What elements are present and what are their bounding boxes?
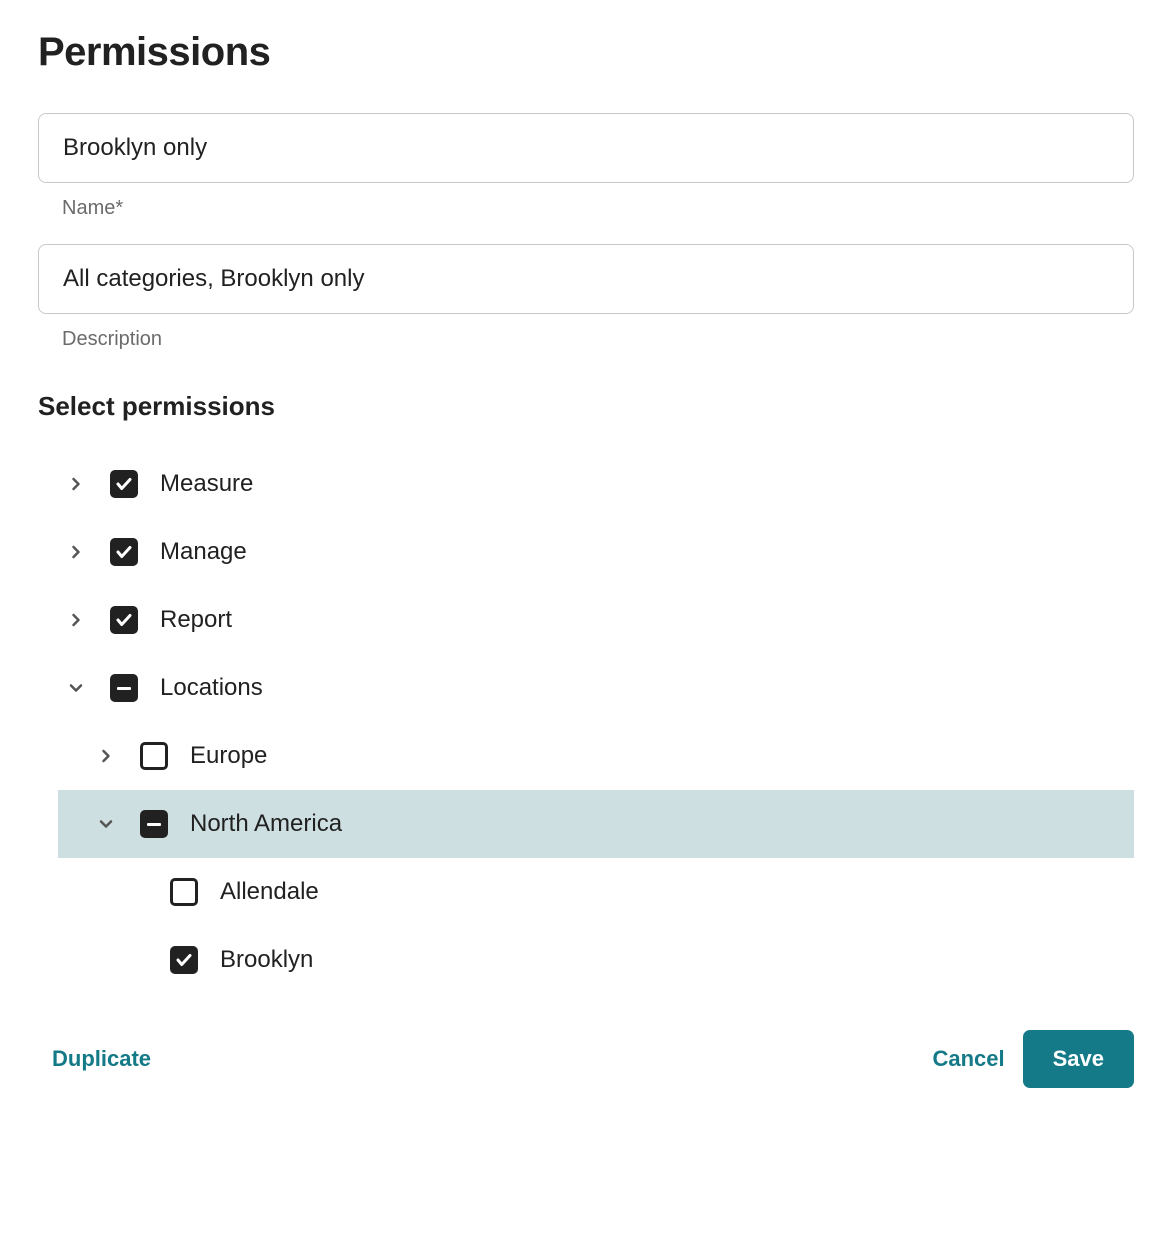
name-input[interactable] (38, 113, 1134, 183)
checkbox-indeterminate-icon[interactable] (110, 674, 138, 702)
page-title: Permissions (38, 30, 1134, 75)
description-field-group: Description (38, 244, 1134, 351)
tree-label-manage: Manage (160, 538, 247, 566)
checkbox-checked-icon[interactable] (110, 606, 138, 634)
tree-label-report: Report (160, 606, 232, 634)
checkbox-unchecked-icon[interactable] (170, 878, 198, 906)
checkbox-checked-icon[interactable] (170, 946, 198, 974)
duplicate-button[interactable]: Duplicate (52, 1046, 151, 1072)
tree-label-locations: Locations (160, 674, 263, 702)
chevron-down-icon[interactable] (88, 814, 124, 834)
cancel-button[interactable]: Cancel (932, 1046, 1004, 1072)
tree-label-allendale: Allendale (220, 878, 319, 906)
chevron-down-icon[interactable] (58, 678, 94, 698)
tree-row-measure[interactable]: Measure (58, 450, 1134, 518)
name-label: Name* (62, 197, 1134, 220)
chevron-right-icon[interactable] (58, 610, 94, 630)
tree-label-europe: Europe (190, 742, 267, 770)
tree-row-report[interactable]: Report (58, 586, 1134, 654)
save-button[interactable]: Save (1023, 1030, 1134, 1088)
tree-label-brooklyn: Brooklyn (220, 946, 313, 974)
description-label: Description (62, 328, 1134, 351)
tree-row-north-america[interactable]: North America (58, 790, 1134, 858)
footer: Duplicate Cancel Save (38, 1030, 1134, 1088)
tree-label-north-america: North America (190, 810, 342, 838)
chevron-right-icon[interactable] (58, 474, 94, 494)
tree-row-brooklyn[interactable]: Brooklyn (58, 926, 1134, 994)
permissions-tree: Measure Manage Report (58, 450, 1134, 994)
tree-row-allendale[interactable]: Allendale (58, 858, 1134, 926)
checkbox-checked-icon[interactable] (110, 538, 138, 566)
tree-row-manage[interactable]: Manage (58, 518, 1134, 586)
tree-label-measure: Measure (160, 470, 253, 498)
tree-row-europe[interactable]: Europe (58, 722, 1134, 790)
checkbox-indeterminate-icon[interactable] (140, 810, 168, 838)
tree-row-locations[interactable]: Locations (58, 654, 1134, 722)
select-permissions-heading: Select permissions (38, 391, 1134, 422)
checkbox-unchecked-icon[interactable] (140, 742, 168, 770)
checkbox-checked-icon[interactable] (110, 470, 138, 498)
chevron-right-icon[interactable] (88, 746, 124, 766)
description-input[interactable] (38, 244, 1134, 314)
footer-right: Cancel Save (932, 1030, 1134, 1088)
chevron-right-icon[interactable] (58, 542, 94, 562)
name-field-group: Name* (38, 113, 1134, 220)
